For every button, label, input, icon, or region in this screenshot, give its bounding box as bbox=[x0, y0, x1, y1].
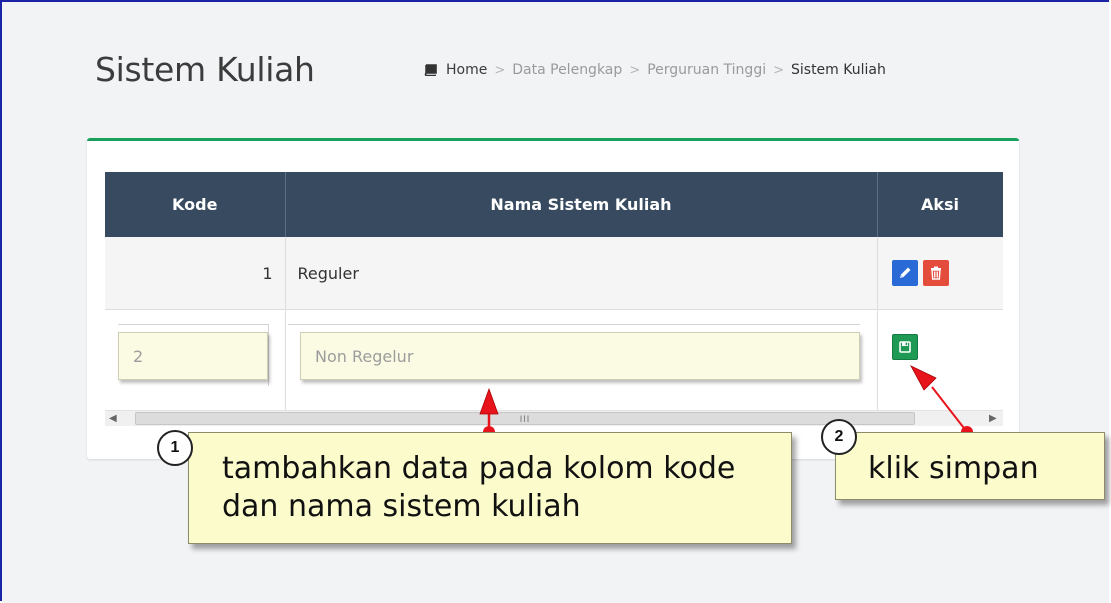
annotation-text-1: tambahkan data pada kolom kode dan nama … bbox=[222, 451, 736, 524]
arrow-line-2 bbox=[931, 386, 968, 433]
annotation-number-1: 1 bbox=[157, 430, 193, 466]
annotation-callout-2: klik simpan bbox=[835, 432, 1105, 500]
annotation-number-2: 2 bbox=[821, 419, 857, 455]
annotation-callout-1: tambahkan data pada kolom kode dan nama … bbox=[188, 432, 792, 544]
arrow-head-1 bbox=[479, 387, 499, 415]
arrow-head-2 bbox=[910, 365, 937, 391]
annotation-text-2: klik simpan bbox=[868, 451, 1039, 486]
